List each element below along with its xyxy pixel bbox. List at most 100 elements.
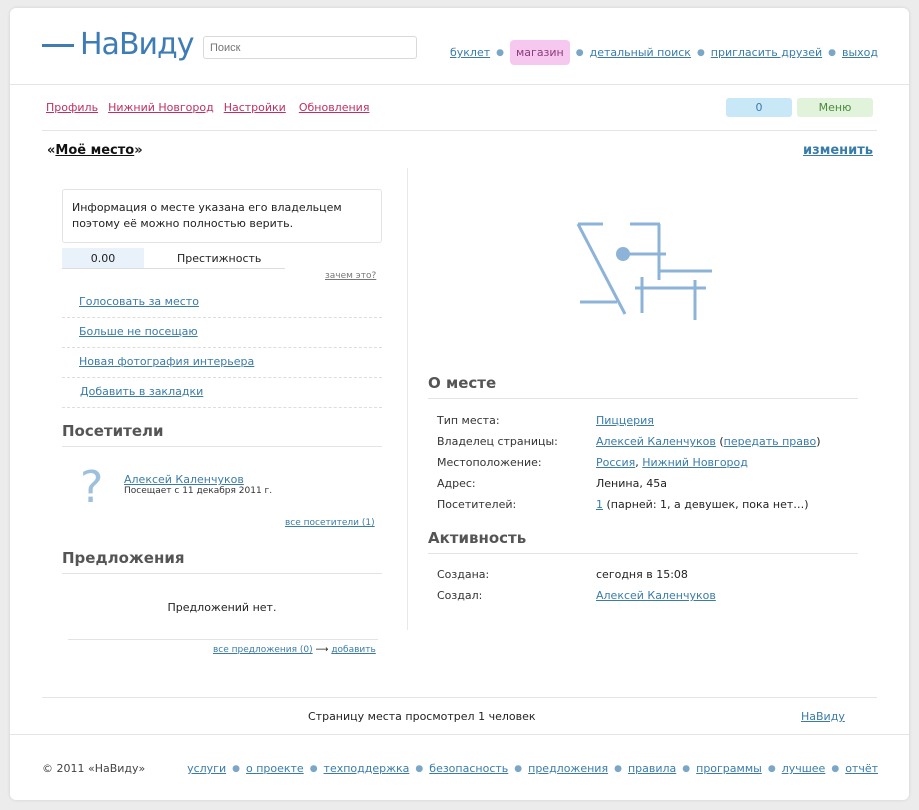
country-link[interactable]: Россия <box>596 456 635 469</box>
prestige-label: Престижность <box>177 252 262 265</box>
about-details: Тип места: Пиццерия Владелец страницы: А… <box>428 410 858 515</box>
column-divider <box>407 168 408 630</box>
footer-support-link[interactable]: техподдержка <box>324 762 410 775</box>
detail-row: Тип места: Пиццерия <box>428 410 858 431</box>
activity-heading: Активность <box>428 529 858 554</box>
add-offer-link[interactable]: добавить <box>331 645 376 655</box>
footer-separator: ● <box>232 763 240 774</box>
place-name-link[interactable]: Моё место <box>55 143 134 158</box>
detail-row: Местоположение: Россия, Нижний Новгород <box>428 452 858 473</box>
footer-separator: ● <box>831 763 840 774</box>
footer-separator: ● <box>682 763 691 774</box>
city-value-link[interactable]: Нижний Новгород <box>642 456 748 469</box>
copyright: © 2011 «НаВиду» <box>42 762 146 775</box>
city-link[interactable]: Нижний Новгород <box>108 101 214 114</box>
location-value: Россия, Нижний Новгород <box>596 456 748 469</box>
nav-separator: ● <box>828 47 836 58</box>
search-input[interactable] <box>203 36 417 59</box>
created-value: сегодня в 15:08 <box>596 568 688 581</box>
visitors-note: (парней: 1, а девушек, пока нет…) <box>606 498 809 511</box>
menu-button[interactable]: Меню <box>797 98 873 117</box>
footer-separator: ● <box>415 763 424 774</box>
profile-link[interactable]: Профиль <box>46 101 98 114</box>
all-visitors-link[interactable]: все посетители (1) <box>285 518 375 528</box>
subnav-divider <box>42 130 877 131</box>
nav-separator: ● <box>575 47 584 58</box>
footer-report-link[interactable]: отчёт <box>845 762 878 775</box>
owner-link[interactable]: Алексей Каленчуков <box>596 435 716 448</box>
settings-link[interactable]: Настройки <box>224 101 286 114</box>
profile-nav: Профиль Нижний Новгород Настройки Обновл… <box>46 101 369 114</box>
about-heading: О месте <box>428 374 858 399</box>
logo-text: НаВиду <box>80 27 195 62</box>
nav-booklet[interactable]: буклет <box>450 46 490 59</box>
info-box: Информация о месте указана его владельце… <box>62 189 382 243</box>
creator-link[interactable]: Алексей Каленчуков <box>596 589 716 602</box>
navidu-link[interactable]: НаВиду <box>801 710 845 723</box>
bookmark-link[interactable]: Добавить в закладки <box>80 385 203 398</box>
nav-detailed-search[interactable]: детальный поиск <box>590 46 691 59</box>
page-title: «Моё место» <box>47 143 143 158</box>
footer-about-link[interactable]: о проекте <box>246 762 304 775</box>
nav-separator: ● <box>496 47 504 58</box>
arrow-icon: ⟶ <box>315 645 329 655</box>
bottom-divider <box>42 697 877 698</box>
footer-offers-link[interactable]: предложения <box>528 762 608 775</box>
visitor-since: Посещает с 11 декабря 2011 г. <box>124 486 273 496</box>
detail-row: Создал: Алексей Каленчуков <box>428 585 858 606</box>
no-offers-text: Предложений нет. <box>167 601 277 614</box>
nav-invite-friends[interactable]: пригласить друзей <box>711 46 822 59</box>
stop-visiting-link[interactable]: Больше не посещаю <box>79 325 198 338</box>
header-divider <box>10 84 909 85</box>
footer-services-link[interactable]: услуги <box>187 762 226 775</box>
detail-row: Адрес: Ленина, 45а <box>428 473 858 494</box>
place-actions: Голосовать за место Больше не посещаю Но… <box>62 288 382 408</box>
footer-best-link[interactable]: лучшее <box>782 762 826 775</box>
nav-shop[interactable]: магазин <box>510 40 570 65</box>
transfer-rights-link[interactable]: передать право <box>724 435 817 448</box>
type-link[interactable]: Пиццерия <box>596 414 654 427</box>
page: НаВиду буклет ● магазин ● детальный поис… <box>10 8 909 800</box>
visitors-label: Посетителей: <box>437 498 517 511</box>
why-link-wrap: зачем это? <box>325 271 376 281</box>
prestige-value: 0.00 <box>62 248 144 268</box>
type-label: Тип места: <box>437 414 500 427</box>
footer-separator: ● <box>767 763 776 774</box>
nav-separator: ● <box>696 47 705 58</box>
notification-counter[interactable]: 0 <box>726 98 792 117</box>
logo-dash <box>42 43 74 47</box>
top-nav: буклет ● магазин ● детальный поиск ● при… <box>450 40 878 65</box>
visitor-name-link[interactable]: Алексей Каленчуков <box>124 473 244 486</box>
footer-separator: ● <box>514 763 523 774</box>
visitors-value: 1 (парней: 1, а девушек, пока нет…) <box>596 498 809 511</box>
views-counter: Страницу места просмотрел 1 человек <box>308 710 536 723</box>
action-row: Голосовать за место <box>62 288 382 318</box>
address-label: Адрес: <box>437 477 476 490</box>
footer-programs-link[interactable]: программы <box>696 762 762 775</box>
activity-details: Создана: сегодня в 15:08 Создал: Алексей… <box>428 564 858 606</box>
created-label: Создана: <box>437 568 490 581</box>
creator-label: Создал: <box>437 589 483 602</box>
footer-separator: ● <box>309 763 318 774</box>
location-label: Местоположение: <box>437 456 542 469</box>
footer-security-link[interactable]: безопасность <box>429 762 508 775</box>
avatar-placeholder-icon: ? <box>80 462 104 513</box>
visitors-count-link[interactable]: 1 <box>596 498 603 511</box>
quote-close: » <box>134 143 143 158</box>
updates-link[interactable]: Обновления <box>299 101 370 114</box>
footer-rules-link[interactable]: правила <box>628 762 676 775</box>
nav-logout[interactable]: выход <box>842 46 878 59</box>
vote-link[interactable]: Голосовать за место <box>79 295 199 308</box>
footer-separator: ● <box>614 763 622 774</box>
why-link[interactable]: зачем это? <box>325 271 376 281</box>
action-row: Добавить в закладки <box>62 378 382 408</box>
detail-row: Посетителей: 1 (парней: 1, а девушек, по… <box>428 494 858 515</box>
logo[interactable]: НаВиду <box>42 27 195 62</box>
owner-label: Владелец страницы: <box>437 435 558 448</box>
new-photo-link[interactable]: Новая фотография интерьера <box>79 355 254 368</box>
action-row: Новая фотография интерьера <box>62 348 382 378</box>
edit-link[interactable]: изменить <box>803 143 873 158</box>
owner-value: Алексей Каленчуков (передать право) <box>596 435 821 448</box>
offers-heading: Предложения <box>62 549 382 574</box>
all-offers-link[interactable]: все предложения (0) <box>213 645 313 655</box>
